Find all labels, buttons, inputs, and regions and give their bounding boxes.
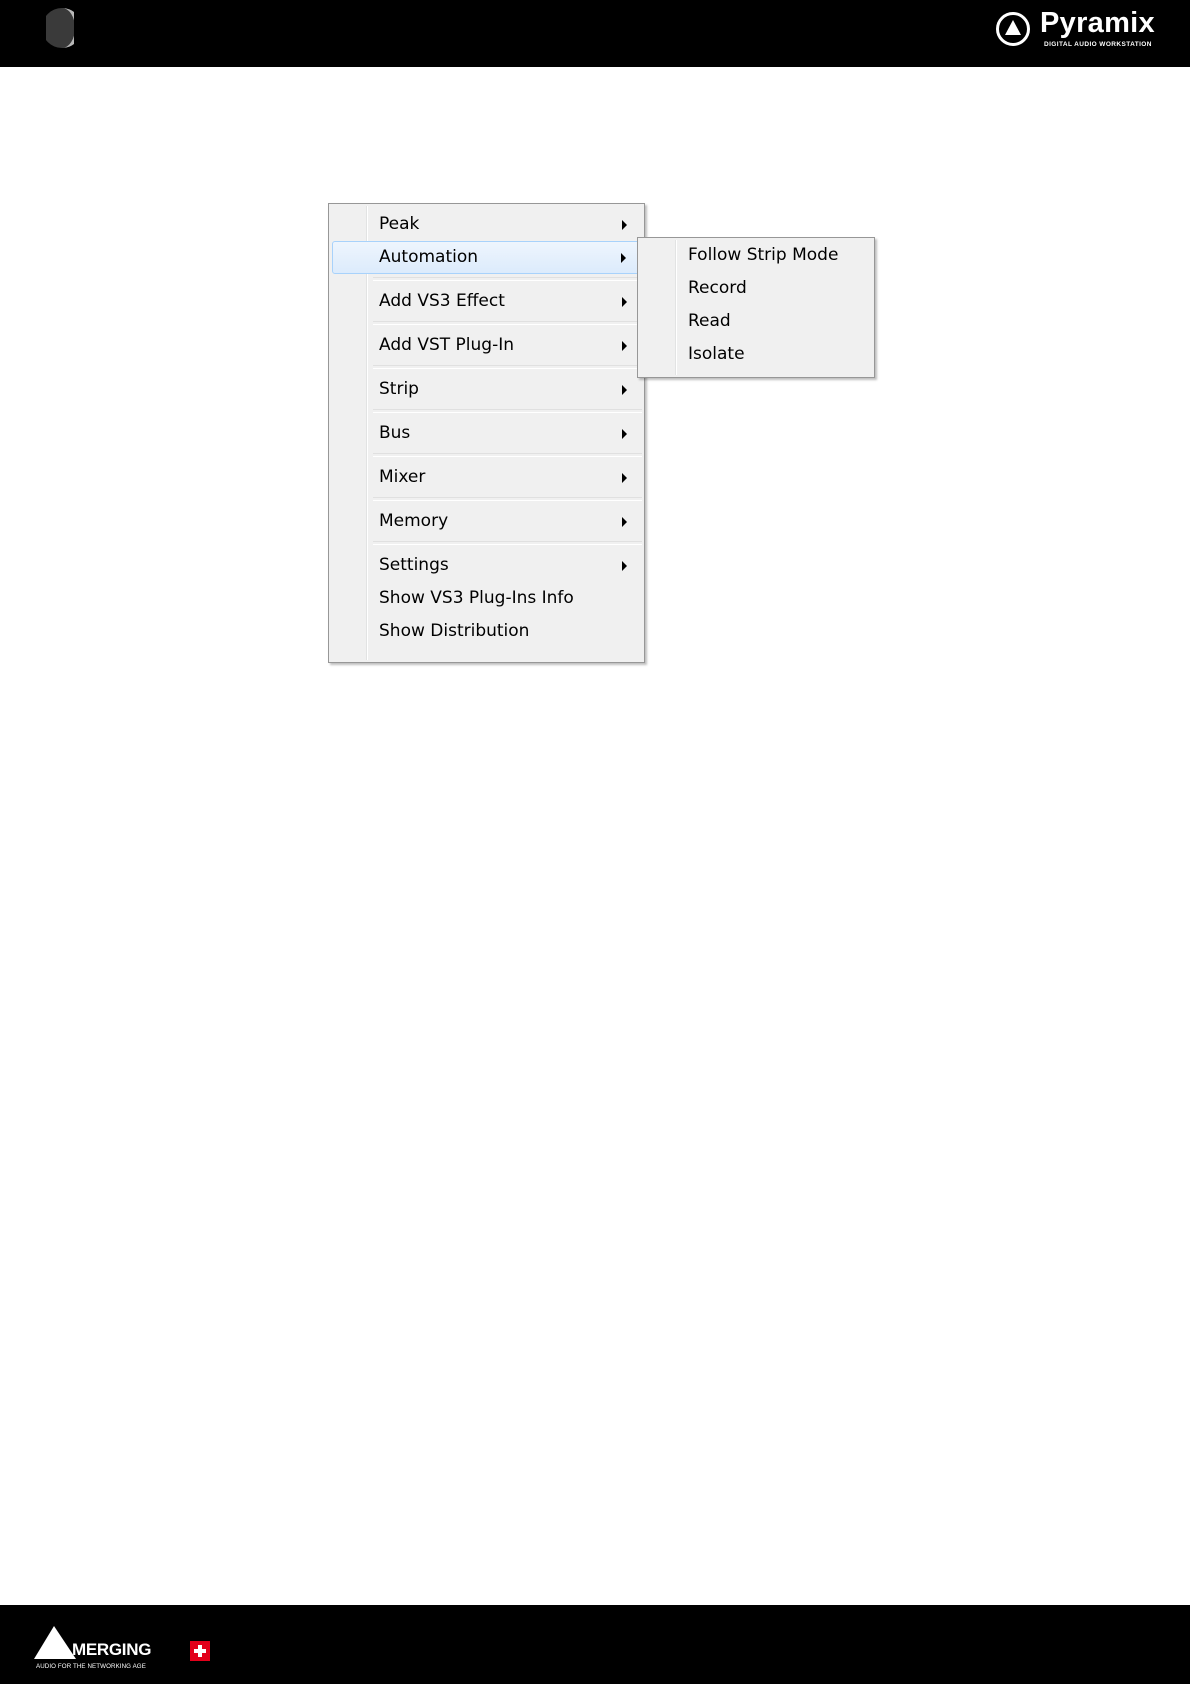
company-tagline: AUDIO FOR THE NETWORKING AGE (36, 1663, 146, 1670)
menu-item-label: Read (688, 311, 731, 331)
pyramix-logo: Pyramix DIGITAL AUDIO WORKSTATION (996, 7, 1172, 55)
submenu-arrow-icon (622, 561, 627, 571)
menu-item-label: Peak (379, 214, 420, 234)
submenu-arrow-icon (622, 473, 627, 483)
menu-item-label: Strip (379, 379, 419, 399)
menu-item-label: Show Distribution (379, 621, 530, 641)
menu-item-show-distribution[interactable]: Show Distribution (329, 615, 644, 648)
merging-logo: MERGING AUDIO FOR THE NETWORKING AGE (34, 1625, 234, 1675)
menu-item-label: Isolate (688, 344, 745, 364)
submenu-arrow-icon (622, 385, 627, 395)
menu-separator (373, 453, 642, 457)
menu-separator (373, 497, 642, 501)
submenu-item-follow-strip-mode[interactable]: Follow Strip Mode (638, 239, 874, 272)
menu-item-add-vs3-effect[interactable]: Add VS3 Effect (329, 285, 644, 318)
menu-item-label: Mixer (379, 467, 426, 487)
moon-icon (46, 8, 74, 48)
menu-item-label: Memory (379, 511, 449, 531)
menu-item-show-vs3-plug-ins-info[interactable]: Show VS3 Plug-Ins Info (329, 582, 644, 615)
menu-item-label: Add VST Plug-In (379, 335, 514, 355)
menu-item-automation[interactable]: Automation (332, 241, 641, 274)
submenu-arrow-icon (622, 341, 627, 351)
automation-submenu: Follow Strip Mode Record Read Isolate (637, 237, 875, 378)
page-footer: MERGING AUDIO FOR THE NETWORKING AGE (0, 1605, 1190, 1684)
submenu-arrow-icon (622, 297, 627, 307)
menu-item-label: Show VS3 Plug-Ins Info (379, 588, 574, 608)
menu-separator (373, 365, 642, 369)
menu-separator (373, 541, 642, 545)
swiss-cross-icon (190, 1641, 210, 1661)
menu-item-label: Record (688, 278, 747, 298)
menu-item-memory[interactable]: Memory (329, 505, 644, 538)
mixer-context-menu: Peak Automation Add VS3 Effect Add VST P… (328, 203, 645, 663)
menu-item-bus[interactable]: Bus (329, 417, 644, 450)
menu-item-label: Bus (379, 423, 411, 443)
page-header: Pyramix DIGITAL AUDIO WORKSTATION (0, 0, 1190, 67)
menu-item-label: Settings (379, 555, 449, 575)
menu-item-label: Automation (379, 247, 479, 267)
menu-item-strip[interactable]: Strip (329, 373, 644, 406)
menu-item-add-vst-plug-in[interactable]: Add VST Plug-In (329, 329, 644, 362)
menu-item-mixer[interactable]: Mixer (329, 461, 644, 494)
menu-item-peak[interactable]: Peak (329, 208, 644, 241)
menu-item-settings[interactable]: Settings (329, 549, 644, 582)
menu-separator (373, 321, 642, 325)
menu-separator (373, 277, 642, 281)
pyramix-logo-icon (996, 12, 1030, 46)
submenu-item-read[interactable]: Read (638, 305, 874, 338)
submenu-arrow-icon (621, 253, 626, 263)
menu-separator (373, 409, 642, 413)
submenu-arrow-icon (622, 220, 627, 230)
company-name: MERGING (72, 1640, 152, 1659)
brand-name: Pyramix (1040, 7, 1155, 39)
submenu-item-isolate[interactable]: Isolate (638, 338, 874, 371)
submenu-item-record[interactable]: Record (638, 272, 874, 305)
submenu-arrow-icon (622, 429, 627, 439)
brand-tagline: DIGITAL AUDIO WORKSTATION (1044, 41, 1152, 48)
menu-item-label: Follow Strip Mode (688, 245, 839, 265)
menu-item-label: Add VS3 Effect (379, 291, 505, 311)
submenu-arrow-icon (622, 517, 627, 527)
